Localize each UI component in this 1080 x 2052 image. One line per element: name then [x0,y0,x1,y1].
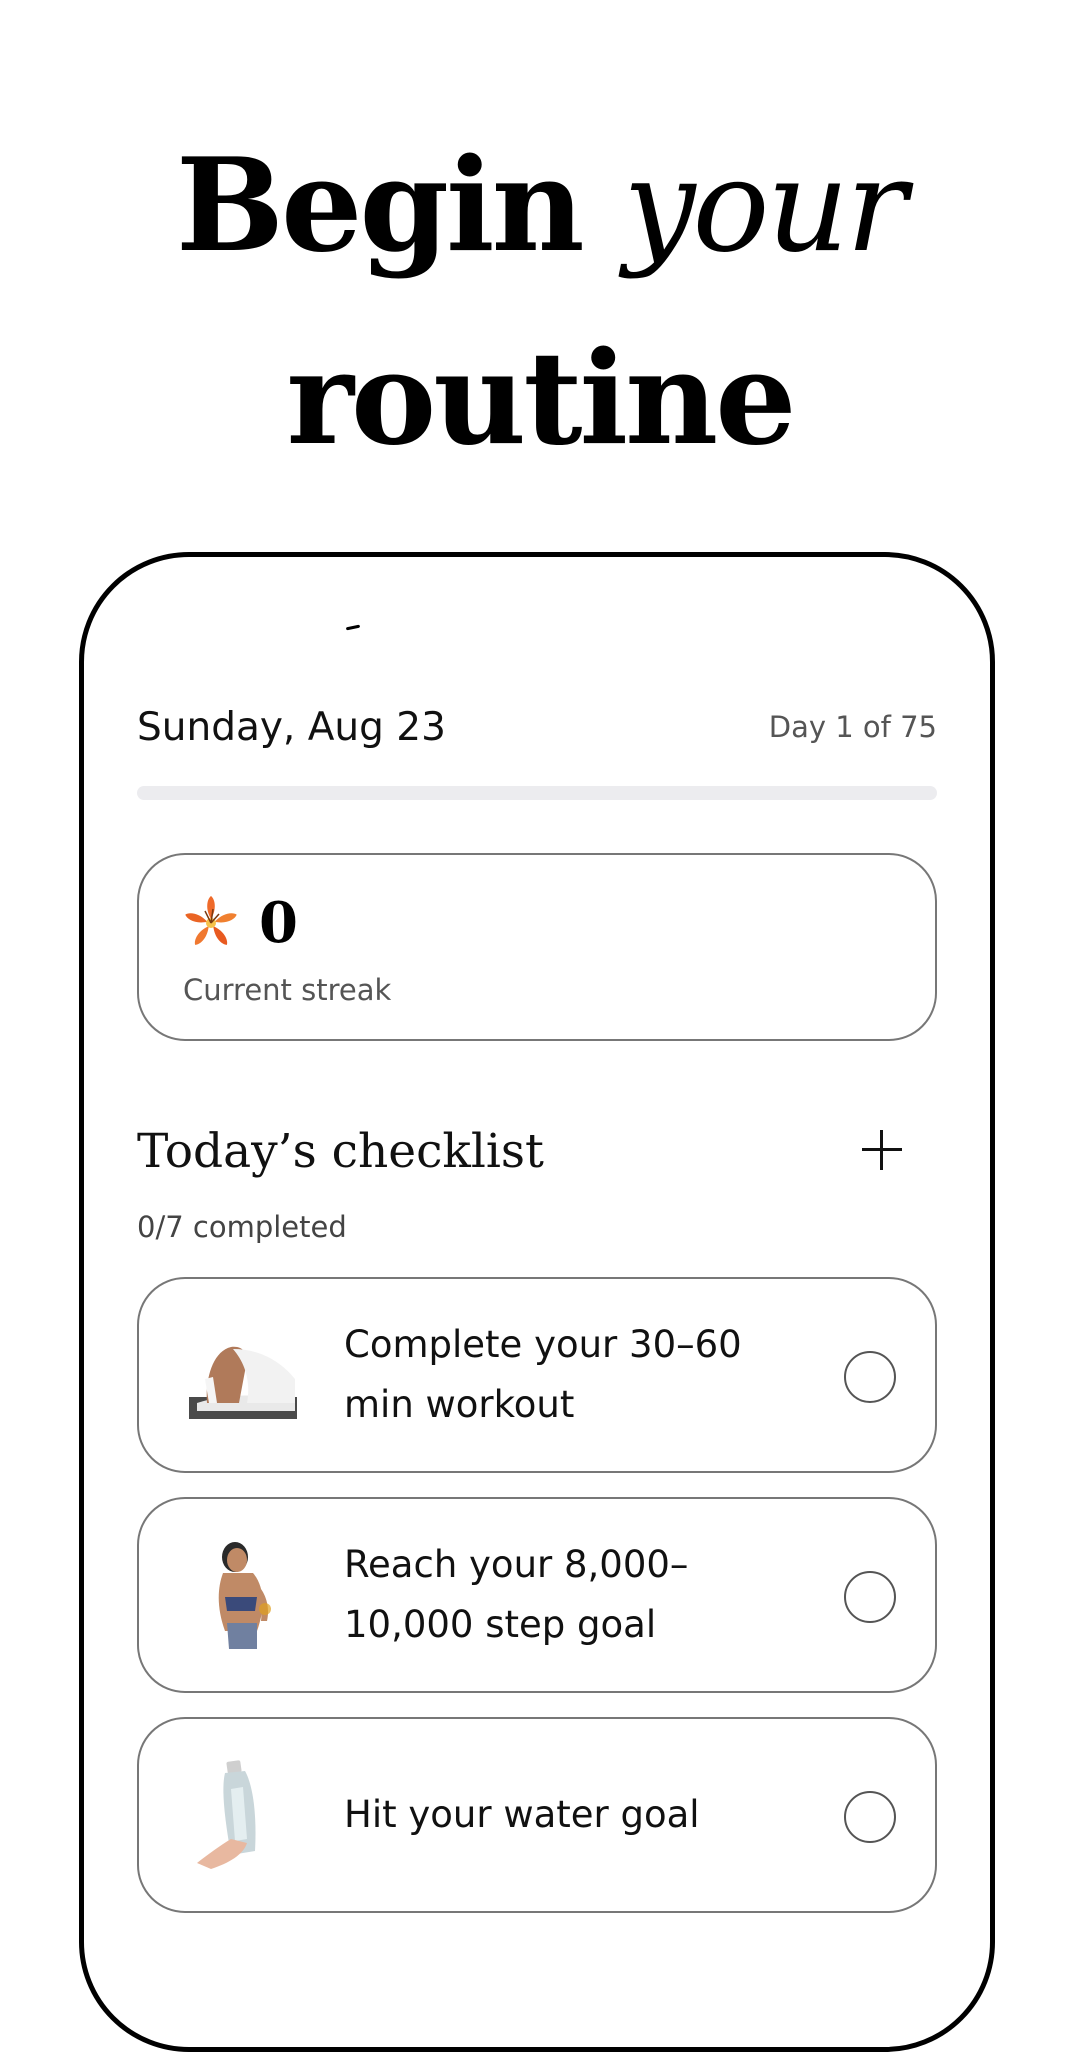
date-row: Sunday, Aug 23 Day 1 of 75 [137,705,937,755]
completed-count: 0/7 completed [137,1210,347,1244]
walking-photo [218,1542,271,1649]
streak-label: Current streak [183,973,392,1007]
task-checkbox[interactable] [844,1351,896,1403]
task-label: Reach your 8,000–10,000 step goal [344,1543,689,1646]
headline-your: your [623,132,907,281]
headline-begin: Begin [175,131,585,281]
task-label: Complete your 30–60 min workout [344,1323,742,1426]
headline: Begin your routine [0,110,1080,495]
task-checkbox[interactable] [844,1791,896,1843]
phone-frame: Sunday, Aug 23 Day 1 of 75 0 Current str… [79,552,995,2052]
workout-photo [189,1346,297,1419]
current-date: Sunday, Aug 23 [137,705,446,750]
plus-icon[interactable] [862,1130,902,1170]
streak-card[interactable]: 0 Current streak [137,853,937,1041]
task-card-workout[interactable]: Complete your 30–60 min workout [137,1277,937,1473]
day-counter: Day 1 of 75 [768,710,937,744]
water-bottle-photo [197,1760,256,1869]
task-checkbox[interactable] [844,1571,896,1623]
task-card-steps[interactable]: Reach your 8,000–10,000 step goal [137,1497,937,1693]
headline-line-2: routine [286,324,796,474]
streak-row: 0 [183,893,298,953]
task-card-water[interactable]: Hit your water goal [137,1717,937,1913]
headline-line-1: Begin your [0,110,1080,303]
lily-flower-icon [185,896,237,945]
scroll-fragment [345,624,361,631]
task-label: Hit your water goal [344,1793,700,1836]
streak-count: 0 [259,890,298,956]
challenge-progress-bar [137,786,937,800]
checklist-title: Today’s checklist [137,1124,544,1179]
